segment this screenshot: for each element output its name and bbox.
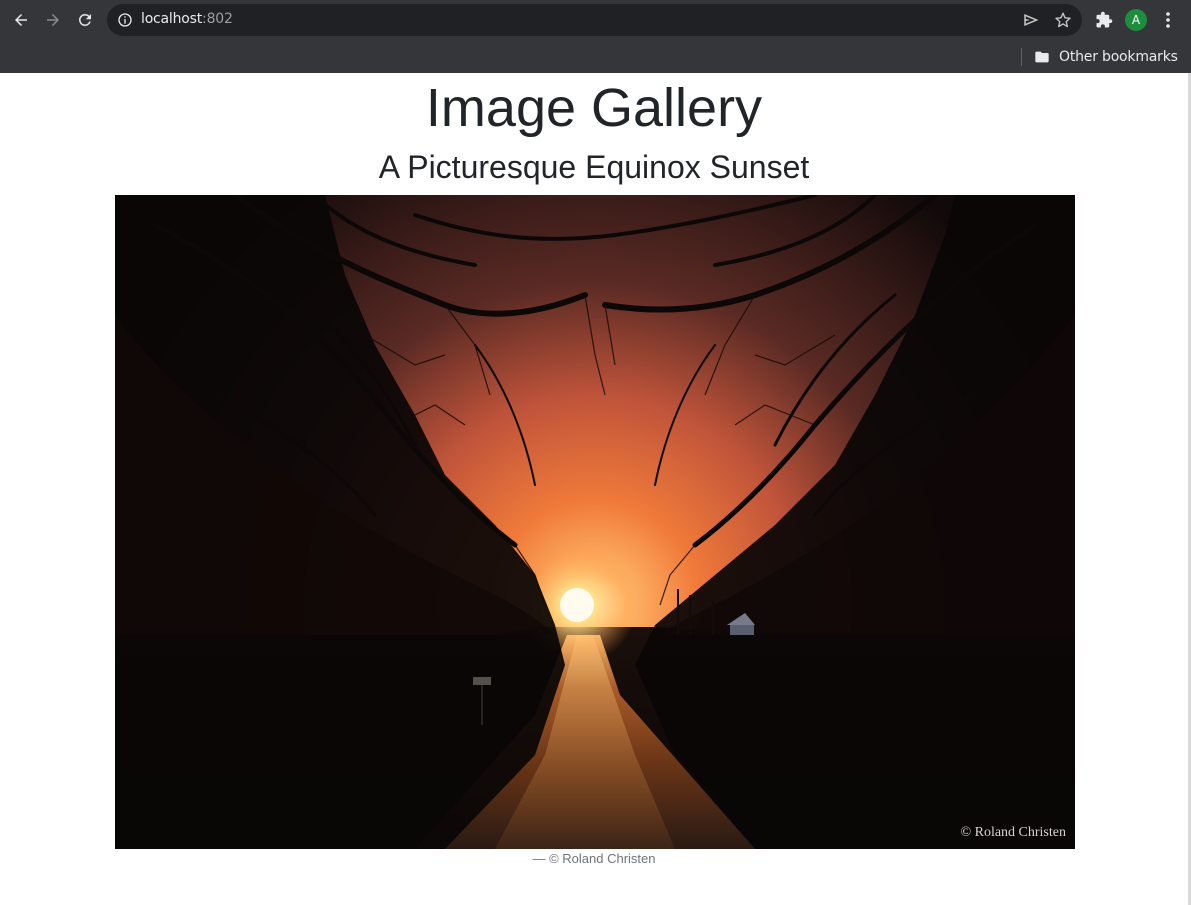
gallery-image: © Roland Christen (115, 195, 1075, 849)
image-title: A Picturesque Equinox Sunset (378, 149, 810, 185)
address-bar[interactable]: localhost:802 (107, 4, 1082, 36)
url-port: :802 (202, 11, 233, 27)
arrow-right-icon (47, 14, 59, 26)
image-watermark: © Roland Christen (960, 825, 1066, 840)
bookmarks-bar: Other bookmarks (0, 40, 1191, 73)
page-title: Image Gallery (425, 78, 763, 138)
back-button[interactable] (7, 6, 35, 34)
url-text: localhost:802 (141, 11, 233, 27)
info-icon[interactable] (117, 12, 133, 28)
url-host: localhost (141, 11, 203, 27)
send-icon[interactable] (1022, 11, 1040, 29)
profile-avatar[interactable]: A (1125, 9, 1147, 31)
star-icon[interactable] (1054, 11, 1072, 29)
other-bookmarks-label: Other bookmarks (1059, 49, 1178, 65)
arrow-left-icon (15, 14, 27, 26)
bookmarks-separator (1021, 48, 1022, 66)
browser-toolbar: localhost:802 A (0, 0, 1191, 40)
image-caption: — © Roland Christen (532, 851, 656, 866)
page-content: Image Gallery A Picturesque Equinox Suns… (0, 73, 1191, 905)
sunset-road-photo: © Roland Christen (115, 195, 1075, 849)
forward-button[interactable] (39, 6, 67, 34)
reload-icon (78, 13, 91, 26)
reload-button[interactable] (71, 6, 99, 34)
other-bookmarks-folder[interactable]: Other bookmarks (1030, 45, 1182, 69)
browser-chrome: localhost:802 A Other bookmarks (0, 0, 1191, 73)
kebab-menu-icon[interactable] (1159, 10, 1177, 30)
puzzle-icon[interactable] (1095, 11, 1113, 29)
folder-icon (1035, 51, 1049, 63)
